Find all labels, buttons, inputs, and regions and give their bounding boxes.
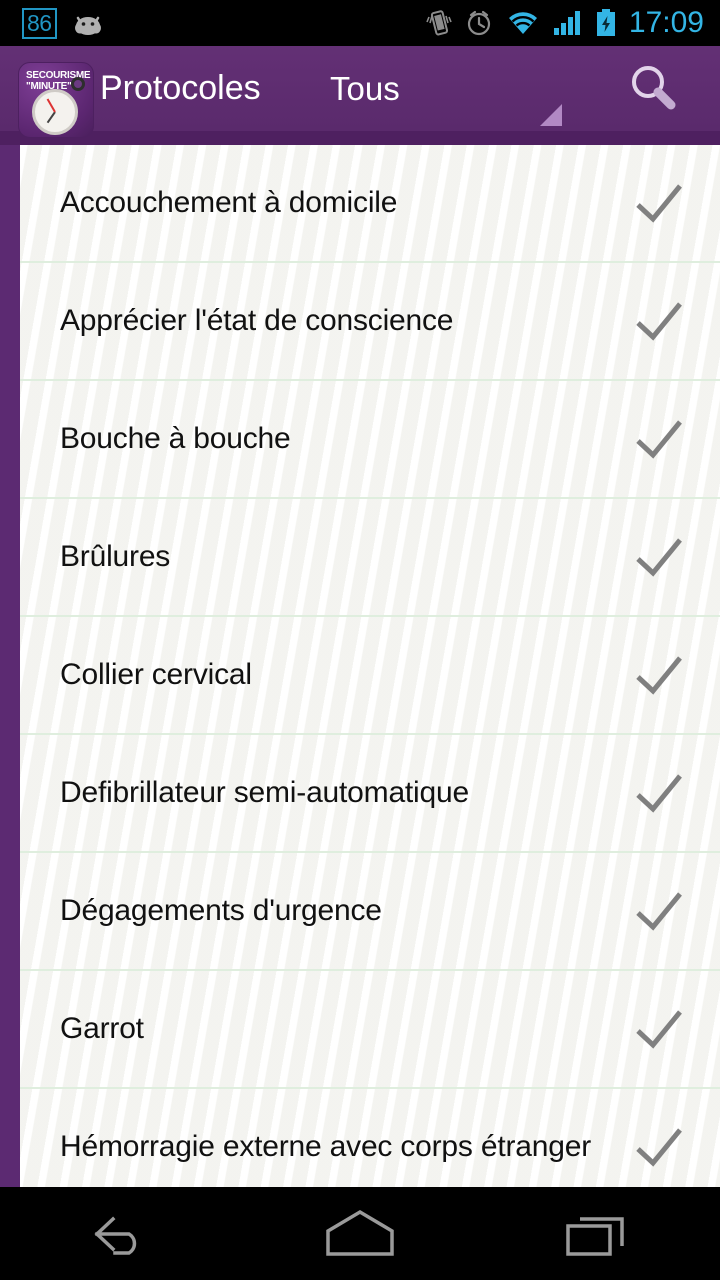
vibrate-icon <box>426 10 452 36</box>
app-icon[interactable]: SECOURISME "MINUTE" <box>18 62 94 138</box>
list-item[interactable]: Brûlures <box>20 499 720 617</box>
action-bar-underline <box>0 131 720 145</box>
list-item-label: Bouche à bouche <box>60 422 291 455</box>
recents-icon <box>566 1217 624 1256</box>
nav-home-button[interactable] <box>280 1187 440 1280</box>
list-item-label: Accouchement à domicile <box>60 186 398 219</box>
list-item-label: Apprécier l'état de conscience <box>60 304 454 337</box>
protocol-list[interactable]: Accouchement à domicile Apprécier l'état … <box>20 145 720 1187</box>
page-title: Protocoles <box>100 69 261 107</box>
list-item[interactable]: Apprécier l'état de conscience <box>20 263 720 381</box>
signal-icon <box>553 11 580 35</box>
status-bar-right: 17:09 <box>426 8 720 38</box>
back-icon <box>94 1216 137 1255</box>
list-item-label: Defibrillateur semi-automatique <box>60 776 469 809</box>
filter-spinner-label[interactable]: Tous <box>330 46 400 131</box>
stopwatch-icon <box>32 89 78 135</box>
list-item-label: Collier cervical <box>60 658 252 691</box>
nav-back-button[interactable] <box>40 1187 200 1280</box>
home-icon <box>326 1209 394 1256</box>
list-item[interactable]: Hémorragie externe avec corps étranger <box>20 1089 720 1187</box>
status-bar: 86 17:09 <box>0 0 720 46</box>
list-item[interactable]: Defibrillateur semi-automatique <box>20 735 720 853</box>
check-icon[interactable] <box>628 644 690 706</box>
list-item-label: Brûlures <box>60 540 171 573</box>
navigation-bar <box>0 1187 720 1280</box>
list-item[interactable]: Collier cervical <box>20 617 720 735</box>
content-area: Accouchement à domicile Apprécier l'état … <box>0 145 720 1187</box>
android-head-icon <box>74 16 101 35</box>
left-accent-strip <box>0 145 20 1187</box>
alarm-icon <box>467 10 491 36</box>
status-bar-left: 86 <box>0 7 105 39</box>
list-item-label: Hémorragie externe avec corps étranger <box>60 1130 591 1163</box>
list-item-label: Garrot <box>60 1012 144 1045</box>
list-item[interactable]: Bouche à bouche <box>20 381 720 499</box>
list-item[interactable]: Garrot <box>20 971 720 1089</box>
phone-screen: 86 17:09 SECOURISME "MINUTE" Protocoles … <box>0 0 720 1280</box>
dropdown-triangle-icon[interactable] <box>540 104 562 126</box>
check-icon[interactable] <box>628 408 690 470</box>
list-item[interactable]: Dégagements d'urgence <box>20 853 720 971</box>
stopwatch-crown-icon <box>71 77 85 91</box>
check-icon[interactable] <box>628 880 690 942</box>
check-icon[interactable] <box>628 762 690 824</box>
check-icon[interactable] <box>628 1116 690 1178</box>
search-button[interactable] <box>610 46 696 131</box>
wifi-icon <box>508 12 537 35</box>
network-badge: 86 <box>22 7 57 39</box>
list-item[interactable]: Accouchement à domicile <box>20 145 720 263</box>
search-icon <box>632 65 676 109</box>
nav-recents-button[interactable] <box>520 1187 680 1280</box>
battery-charging-icon <box>596 9 615 36</box>
status-bar-clock: 17:09 <box>628 6 704 39</box>
check-icon[interactable] <box>628 526 690 588</box>
check-icon[interactable] <box>628 998 690 1060</box>
list-item-label: Dégagements d'urgence <box>60 894 382 927</box>
check-icon[interactable] <box>628 172 690 234</box>
check-icon[interactable] <box>628 290 690 352</box>
